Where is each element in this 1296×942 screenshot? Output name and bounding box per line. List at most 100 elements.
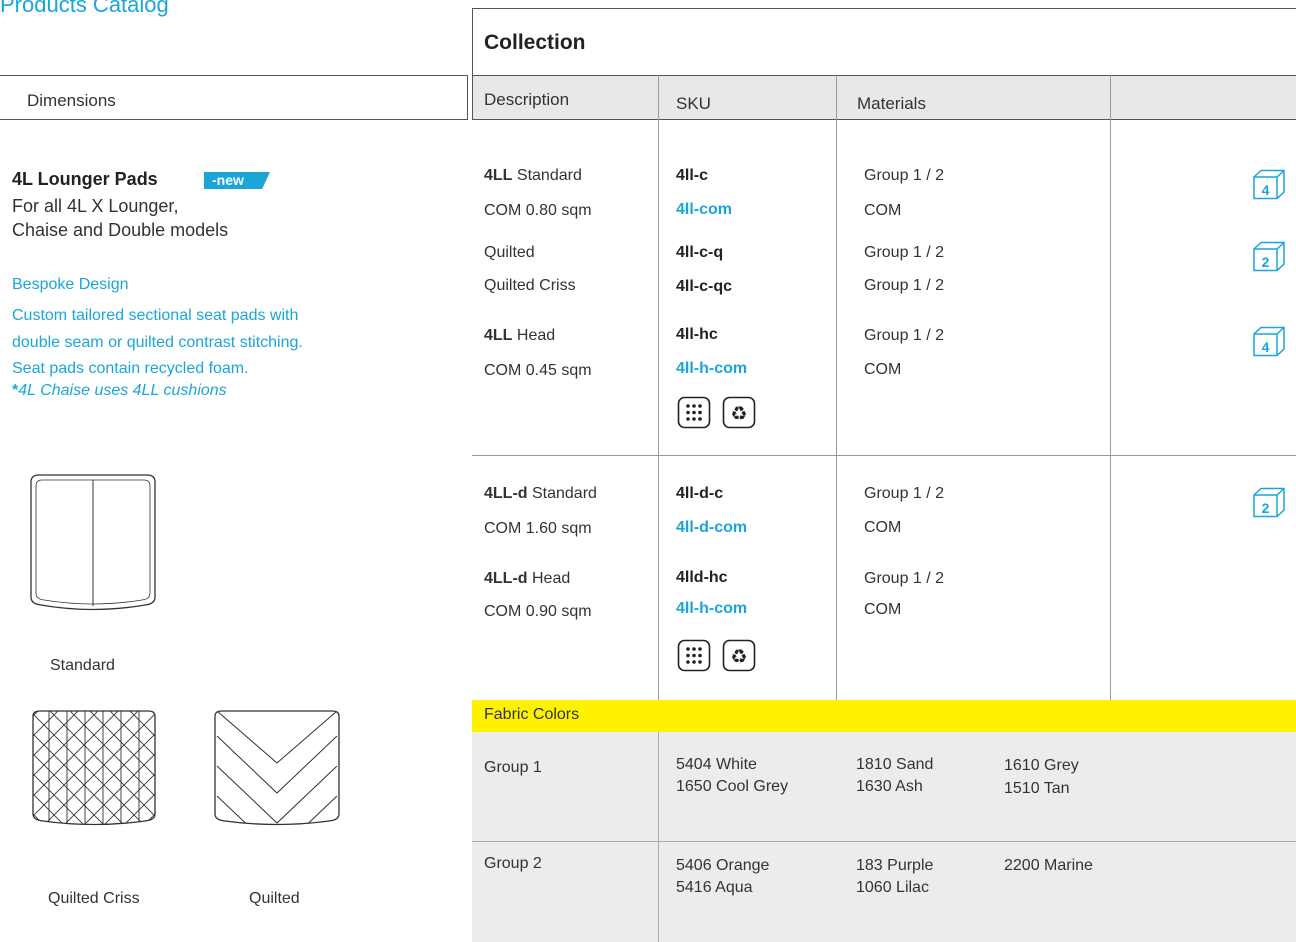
color-cell: 5404 White 1650 Cool Grey bbox=[676, 754, 788, 798]
bespoke-line: Custom tailored sectional seat pads with bbox=[12, 307, 299, 324]
standard-pad-image bbox=[30, 474, 156, 611]
description-cell: Quilted bbox=[484, 244, 535, 261]
bespoke-title: Bespoke Design bbox=[12, 276, 129, 293]
sku-cell: 4ll-c-q bbox=[676, 244, 724, 261]
materials-cell: Group 1 / 2 bbox=[864, 570, 945, 587]
materials-cell: COM bbox=[864, 519, 902, 536]
box-icon: 4 bbox=[1253, 169, 1285, 200]
column-divider bbox=[836, 75, 837, 700]
sku-cell: 4lld-hc bbox=[676, 569, 728, 586]
product-subtitle-line: Chaise and Double models bbox=[12, 220, 229, 240]
color-value: 5416 Aqua bbox=[676, 879, 753, 896]
group-divider bbox=[472, 841, 1296, 842]
description-cell: COM 0.80 sqm bbox=[484, 202, 592, 219]
bespoke-line: Seat pads contain recycled foam. bbox=[12, 360, 249, 377]
column-divider bbox=[658, 75, 659, 700]
sku-cell: 4ll-h-com bbox=[676, 600, 748, 617]
materials-cell: Group 1 / 2 bbox=[864, 485, 945, 502]
color-cell: 5406 Orange 5416 Aqua bbox=[676, 855, 769, 899]
fabric-colors-bar bbox=[472, 700, 1296, 732]
sku-cell: 4ll-c bbox=[676, 167, 709, 184]
color-value: 1650 Cool Grey bbox=[676, 778, 789, 795]
description-text: Head bbox=[527, 570, 571, 587]
color-cell: 1810 Sand 1630 Ash bbox=[856, 754, 933, 798]
description-bold: 4LL-d bbox=[484, 485, 528, 502]
color-value: 1810 Sand bbox=[856, 756, 934, 773]
new-badge: -new bbox=[204, 172, 270, 189]
column-divider bbox=[658, 732, 659, 942]
box-count: 4 bbox=[1262, 339, 1270, 355]
box-icon: 2 bbox=[1253, 241, 1285, 272]
description-cell: 4LL Standard bbox=[484, 167, 582, 185]
description-text: Standard bbox=[527, 485, 597, 502]
materials-cell: COM bbox=[864, 601, 902, 618]
page-title: Products Catalog bbox=[0, 0, 169, 17]
description-text: Head bbox=[512, 327, 556, 344]
description-cell: COM 1.60 sqm bbox=[484, 520, 592, 537]
product-title: 4L Lounger Pads bbox=[12, 169, 158, 189]
sku-cell: 4ll-d-com bbox=[676, 519, 748, 536]
color-value: 1630 Ash bbox=[856, 778, 923, 795]
bespoke-description: Custom tailored sectional seat pads with… bbox=[12, 303, 372, 383]
description-cell: 4LL Head bbox=[484, 327, 555, 345]
description-cell: 4LL-d Head bbox=[484, 570, 570, 588]
dots-grid-icon bbox=[677, 639, 711, 672]
color-value: 5404 White bbox=[676, 756, 757, 773]
sku-cell: 4ll-d-c bbox=[676, 485, 724, 502]
color-value: 1610 Grey bbox=[1004, 757, 1079, 774]
materials-cell: COM bbox=[864, 361, 902, 378]
box-count: 4 bbox=[1262, 182, 1270, 198]
group-2-label: Group 2 bbox=[484, 855, 542, 872]
recycle-icon: ♻ bbox=[722, 396, 756, 429]
sku-cell: 4ll-c-qc bbox=[676, 278, 733, 295]
description-bold: 4LL bbox=[484, 167, 513, 184]
color-value: 1060 Lilac bbox=[856, 879, 929, 896]
box-icon: 4 bbox=[1253, 326, 1285, 357]
collection-label: Collection bbox=[484, 31, 586, 54]
collection-header bbox=[472, 8, 1296, 76]
column-divider bbox=[1110, 75, 1111, 700]
section-divider bbox=[472, 455, 1296, 456]
sku-cell: 4ll-com bbox=[676, 201, 733, 218]
bespoke-line: double seam or quilted contrast stitchin… bbox=[12, 333, 303, 351]
description-bold: 4LL bbox=[484, 327, 513, 344]
sku-cell: 4ll-h-com bbox=[676, 360, 748, 377]
color-value: 2200 Marine bbox=[1004, 857, 1093, 874]
color-value: 183 Purple bbox=[856, 857, 934, 874]
quilted-pad-image bbox=[214, 710, 340, 826]
standard-caption: Standard bbox=[50, 657, 115, 674]
description-bold: 4LL-d bbox=[484, 570, 528, 587]
column-header-sku: SKU bbox=[676, 94, 711, 113]
box-count: 2 bbox=[1262, 254, 1270, 270]
quilted-caption: Quilted bbox=[249, 890, 300, 907]
chaise-note: *4L Chaise uses 4LL cushions bbox=[12, 382, 227, 400]
recycle-icon: ♻ bbox=[722, 639, 756, 672]
group-1-label: Group 1 bbox=[484, 759, 542, 776]
product-subtitle-line: For all 4L X Lounger, bbox=[12, 196, 179, 216]
description-cell: COM 0.45 sqm bbox=[484, 362, 592, 379]
quilted-criss-pad-image bbox=[32, 710, 156, 826]
color-cell: 2200 Marine bbox=[1004, 855, 1093, 877]
color-cell: 1610 Grey 1510 Tan bbox=[1004, 754, 1079, 800]
description-cell: Quilted Criss bbox=[484, 277, 576, 294]
note-text: 4L Chaise uses 4LL cushions bbox=[18, 382, 227, 399]
dimensions-label: Dimensions bbox=[27, 91, 116, 110]
color-value: 1510 Tan bbox=[1004, 780, 1070, 797]
dots-grid-icon bbox=[677, 396, 711, 429]
description-text: Standard bbox=[512, 167, 582, 184]
sku-cell: 4ll-hc bbox=[676, 326, 718, 343]
materials-cell: Group 1 / 2 bbox=[864, 327, 945, 344]
materials-cell: Group 1 / 2 bbox=[864, 244, 945, 261]
materials-cell: Group 1 / 2 bbox=[864, 277, 945, 294]
color-cell: 183 Purple 1060 Lilac bbox=[856, 855, 933, 899]
materials-cell: COM bbox=[864, 202, 902, 219]
column-header-description: Description bbox=[484, 90, 570, 109]
product-subtitle: For all 4L X Lounger, Chaise and Double … bbox=[12, 194, 312, 242]
materials-cell: Group 1 / 2 bbox=[864, 167, 945, 184]
box-icon: 2 bbox=[1253, 487, 1285, 518]
box-count: 2 bbox=[1262, 500, 1270, 516]
description-cell: COM 0.90 sqm bbox=[484, 603, 592, 620]
description-cell: 4LL-d Standard bbox=[484, 485, 597, 503]
column-header-materials: Materials bbox=[857, 94, 926, 113]
quilted-criss-caption: Quilted Criss bbox=[48, 890, 140, 907]
